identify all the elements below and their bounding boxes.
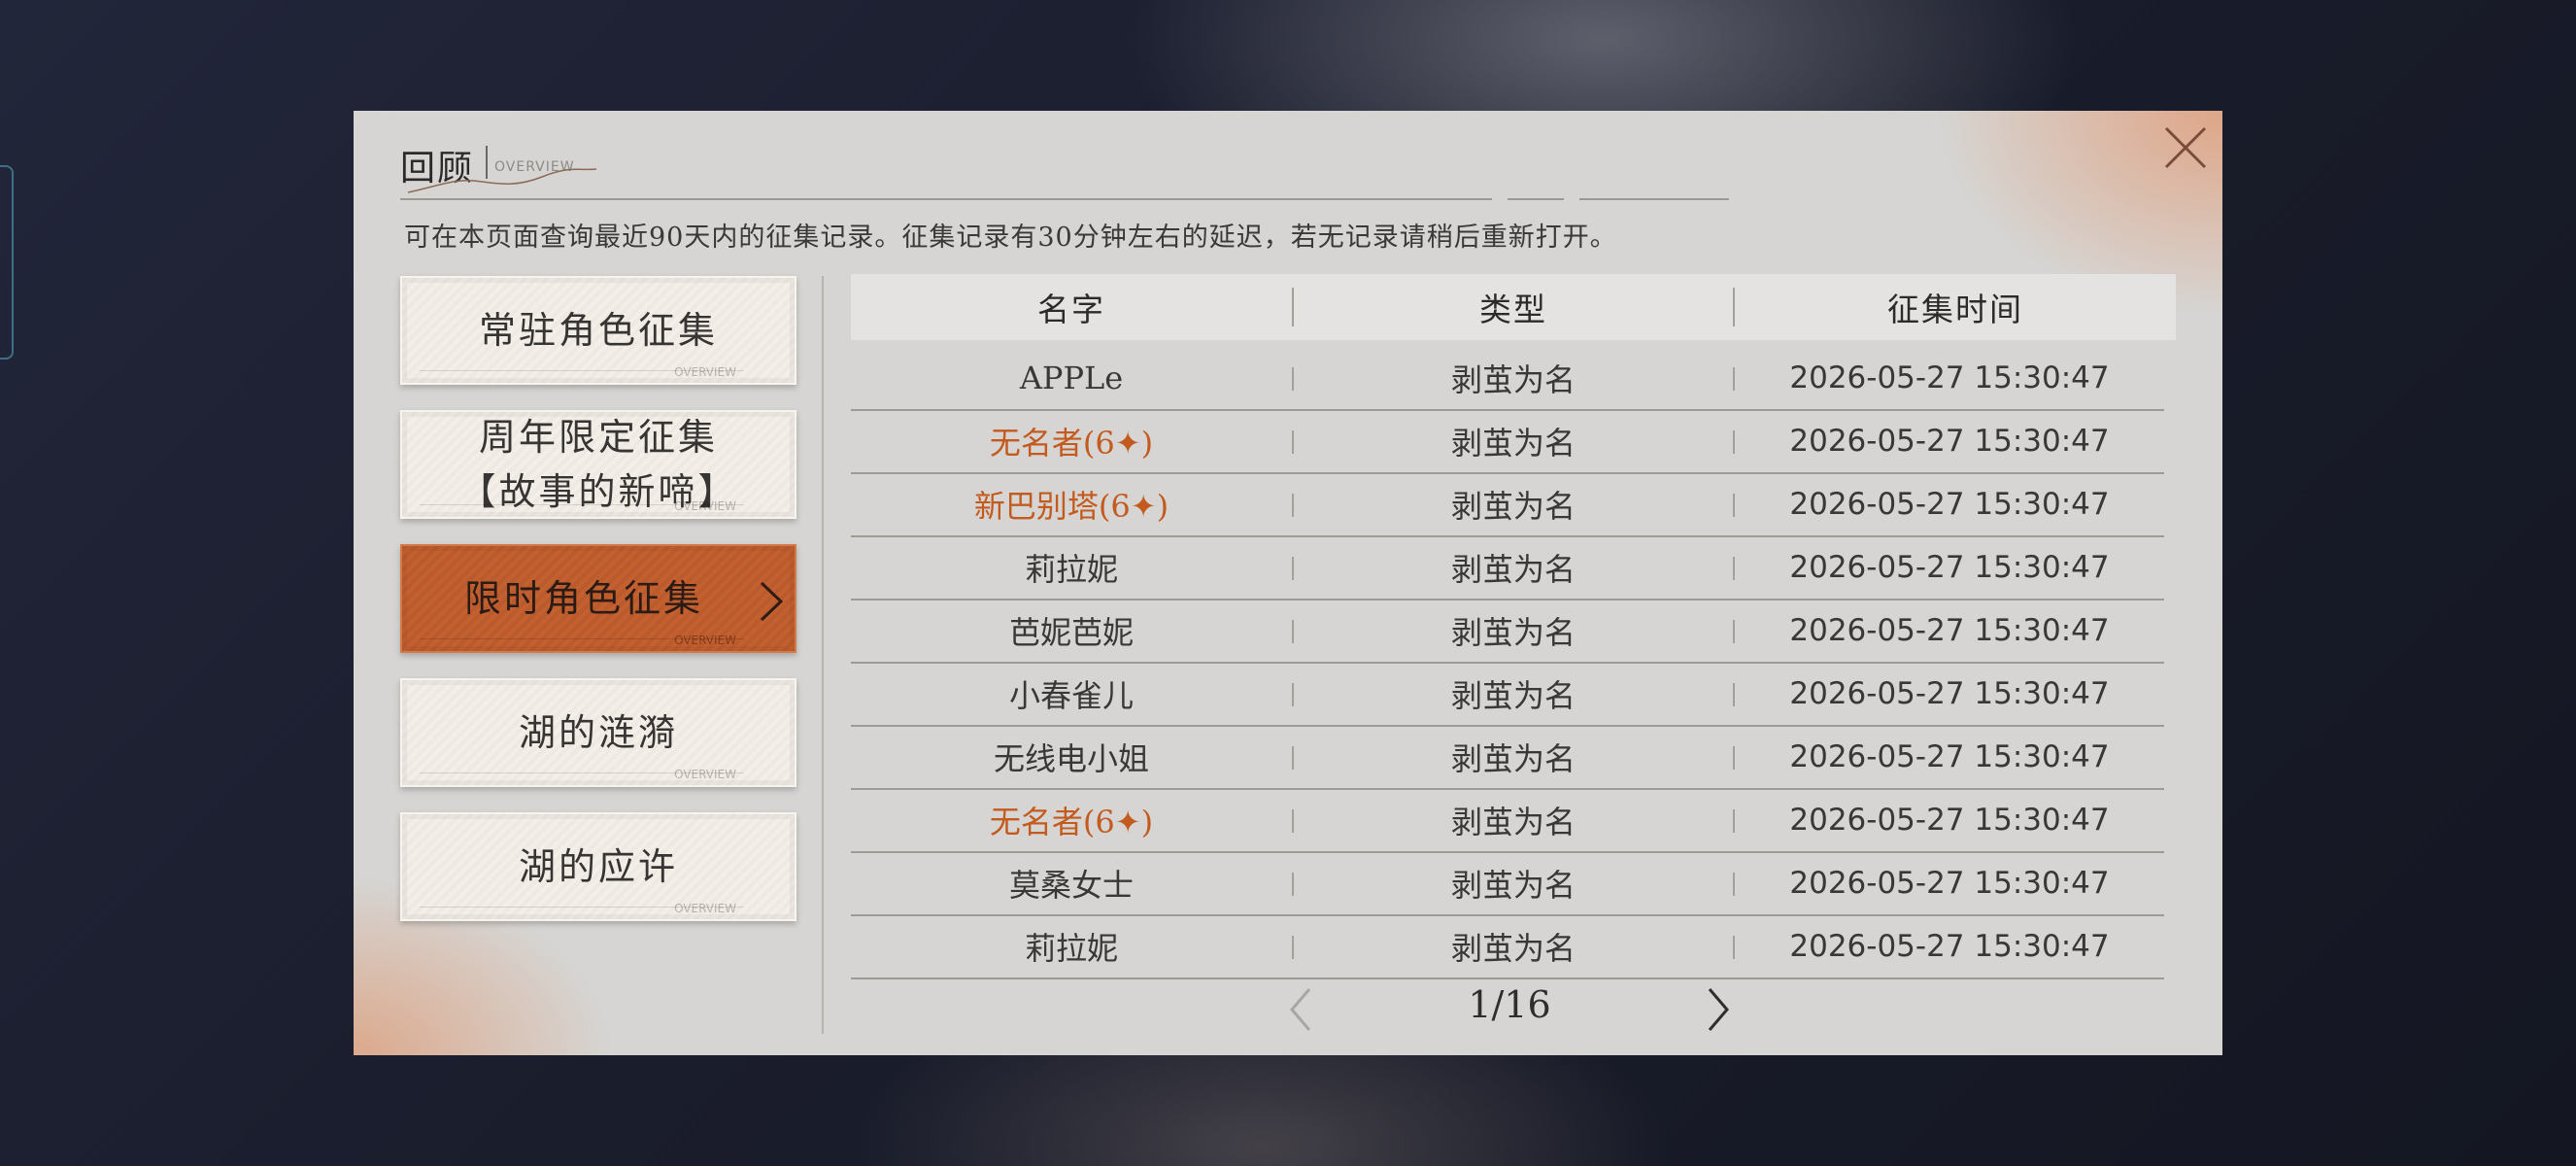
chevron-left-icon[interactable] xyxy=(1286,985,1315,1034)
table-row: 莉拉妮 剥茧为名 2026-05-27 15:30:47 xyxy=(851,537,2164,600)
row-type: 剥茧为名 xyxy=(1450,930,1576,967)
table-row: 芭妮芭妮 剥茧为名 2026-05-27 15:30:47 xyxy=(851,600,2164,664)
page-indicator: 1/16 xyxy=(1468,983,1551,1026)
menu-item-lake-promise[interactable]: 湖的应许 OVERVIEW xyxy=(400,812,797,921)
page-subtitle: 可在本页面查询最近90天内的征集记录。征集记录有30分钟左右的延迟，若无记录请稍… xyxy=(404,223,1617,253)
row-time: 2026-05-27 15:30:47 xyxy=(1789,360,2110,395)
table-row: 小春雀儿 剥茧为名 2026-05-27 15:30:47 xyxy=(851,664,2164,727)
row-name: 新巴别塔(6✦) xyxy=(973,488,1169,525)
menu-item-deco-text: OVERVIEW xyxy=(674,768,736,781)
row-name: 小春雀儿 xyxy=(1008,677,1134,714)
table-row: 无名者(6✦) 剥茧为名 2026-05-27 15:30:47 xyxy=(851,411,2164,474)
menu-item-label: 常驻角色征集 xyxy=(478,309,718,352)
row-time: 2026-05-27 15:30:47 xyxy=(1789,550,2110,585)
row-name: 莉拉妮 xyxy=(1024,930,1118,967)
header-time: 征集时间 xyxy=(1887,291,2023,328)
row-time: 2026-05-27 15:30:47 xyxy=(1789,487,2110,522)
row-time: 2026-05-27 15:30:47 xyxy=(1789,424,2110,459)
row-name: 无线电小姐 xyxy=(993,740,1149,777)
row-time: 2026-05-27 15:30:47 xyxy=(1789,866,2110,901)
row-name: 莉拉妮 xyxy=(1024,551,1118,588)
table-row: APPLe 剥茧为名 2026-05-27 15:30:47 xyxy=(851,348,2164,411)
menu-item-deco-text: OVERVIEW xyxy=(674,634,736,647)
row-type: 剥茧为名 xyxy=(1450,804,1576,840)
close-icon[interactable] xyxy=(2158,120,2213,175)
row-name: APPLe xyxy=(1019,360,1124,396)
menu-item-label: 湖的涟漪 xyxy=(518,711,678,754)
row-type: 剥茧为名 xyxy=(1450,614,1576,651)
title-swirl-decoration xyxy=(407,168,597,193)
chevron-right-icon[interactable] xyxy=(1704,985,1733,1034)
menu-item-deco-text: OVERVIEW xyxy=(674,902,736,915)
row-time: 2026-05-27 15:30:47 xyxy=(1789,676,2110,711)
table-row: 无名者(6✦) 剥茧为名 2026-05-27 15:30:47 xyxy=(851,790,2164,853)
menu-item-lake-ripple[interactable]: 湖的涟漪 OVERVIEW xyxy=(400,678,797,787)
table-row: 新巴别塔(6✦) 剥茧为名 2026-05-27 15:30:47 xyxy=(851,474,2164,537)
table-row: 莉拉妮 剥茧为名 2026-05-27 15:30:47 xyxy=(851,916,2164,979)
table-header: 名字 类型 征集时间 xyxy=(851,274,2176,340)
row-type: 剥茧为名 xyxy=(1450,488,1576,525)
row-type: 剥茧为名 xyxy=(1450,551,1576,588)
header-rule-right xyxy=(1579,198,1729,200)
row-time: 2026-05-27 15:30:47 xyxy=(1789,613,2110,648)
menu-item-deco-text: OVERVIEW xyxy=(674,365,736,379)
row-name: 芭妮芭妮 xyxy=(1008,614,1134,651)
menu-item-anniversary[interactable]: 周年限定征集 【故事的新啼】 OVERVIEW xyxy=(400,410,797,519)
row-type: 剥茧为名 xyxy=(1450,740,1576,777)
row-time: 2026-05-27 15:30:47 xyxy=(1789,929,2110,964)
menu-item-label: 湖的应许 xyxy=(518,845,678,888)
row-type: 剥茧为名 xyxy=(1450,867,1576,904)
header-rule xyxy=(400,198,1492,200)
table-row: 莫桑女士 剥茧为名 2026-05-27 15:30:47 xyxy=(851,853,2164,916)
row-time: 2026-05-27 15:30:47 xyxy=(1789,739,2110,774)
row-name: 无名者(6✦) xyxy=(989,425,1154,462)
row-type: 剥茧为名 xyxy=(1450,361,1576,398)
row-time: 2026-05-27 15:30:47 xyxy=(1789,803,2110,838)
edge-tab[interactable] xyxy=(0,165,14,360)
menu-item-label: 限时角色征集 xyxy=(463,577,703,620)
row-type: 剥茧为名 xyxy=(1450,425,1576,462)
menu-item-limited[interactable]: 限时角色征集 OVERVIEW xyxy=(400,544,797,653)
menu-item-deco-text: OVERVIEW xyxy=(674,499,736,513)
row-name: 无名者(6✦) xyxy=(989,804,1154,840)
overview-panel: 回顾 OVERVIEW 可在本页面查询最近90天内的征集记录。征集记录有30分钟… xyxy=(354,111,2222,1055)
header-name: 名字 xyxy=(1037,291,1105,328)
header-rule-short xyxy=(1508,198,1564,200)
header-type: 类型 xyxy=(1479,291,1547,328)
menu-divider xyxy=(822,276,824,1034)
table-row: 无线电小姐 剥茧为名 2026-05-27 15:30:47 xyxy=(851,727,2164,790)
row-name: 莫桑女士 xyxy=(1008,867,1134,904)
chevron-right-icon xyxy=(760,581,784,622)
menu-item-standard[interactable]: 常驻角色征集 OVERVIEW xyxy=(400,276,797,385)
row-type: 剥茧为名 xyxy=(1450,677,1576,714)
row-rule xyxy=(851,977,2164,979)
